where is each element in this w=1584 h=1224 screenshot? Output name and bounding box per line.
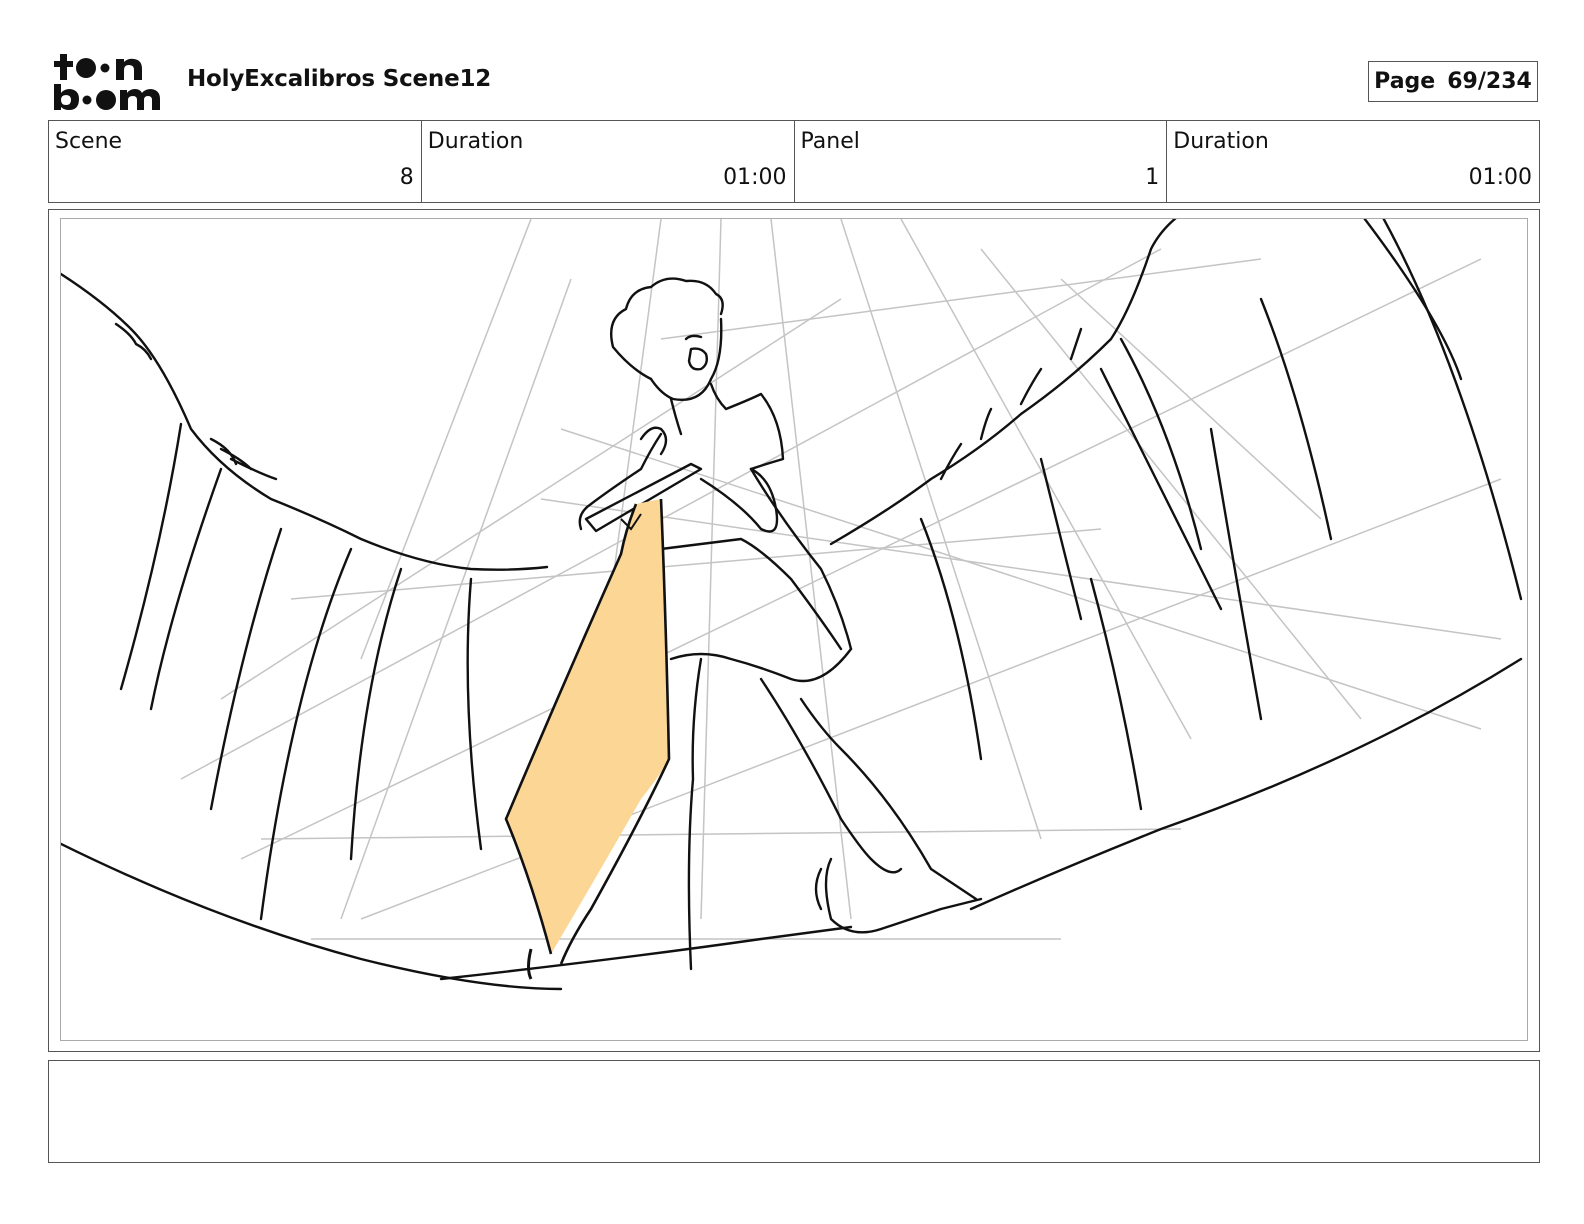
scene-cell: Scene 8 xyxy=(49,121,422,202)
panel-label: Panel xyxy=(800,129,860,154)
sword-blade xyxy=(504,498,671,980)
panel-duration-cell: Duration 01:00 xyxy=(1167,121,1539,202)
toonboom-logo-icon xyxy=(54,54,160,110)
panel-value: 1 xyxy=(1145,165,1160,190)
toonboom-logo xyxy=(50,52,164,112)
scene-duration-value: 01:00 xyxy=(723,165,787,190)
cliff-lines xyxy=(61,219,1523,991)
panel-info-table: Scene 8 Duration 01:00 Panel 1 Duration … xyxy=(48,120,1540,203)
panel-duration-value: 01:00 xyxy=(1468,165,1532,190)
perspective-guides xyxy=(180,219,1502,940)
panel-cell: Panel 1 xyxy=(795,121,1168,202)
page-number: 69/234 xyxy=(1447,69,1532,94)
storyboard-sketch xyxy=(61,219,1523,991)
project-title: HolyExcalibros Scene12 xyxy=(187,66,492,92)
page-label: Page xyxy=(1374,69,1436,94)
scene-duration-label: Duration xyxy=(427,129,524,154)
scene-value: 8 xyxy=(399,165,414,190)
scene-duration-cell: Duration 01:00 xyxy=(422,121,795,202)
scene-label: Scene xyxy=(55,129,123,154)
notes-box xyxy=(48,1060,1540,1163)
page-indicator: Page 69/234 xyxy=(1368,61,1538,102)
panel-duration-label: Duration xyxy=(1173,129,1269,154)
panel-drawing xyxy=(60,218,1528,1041)
